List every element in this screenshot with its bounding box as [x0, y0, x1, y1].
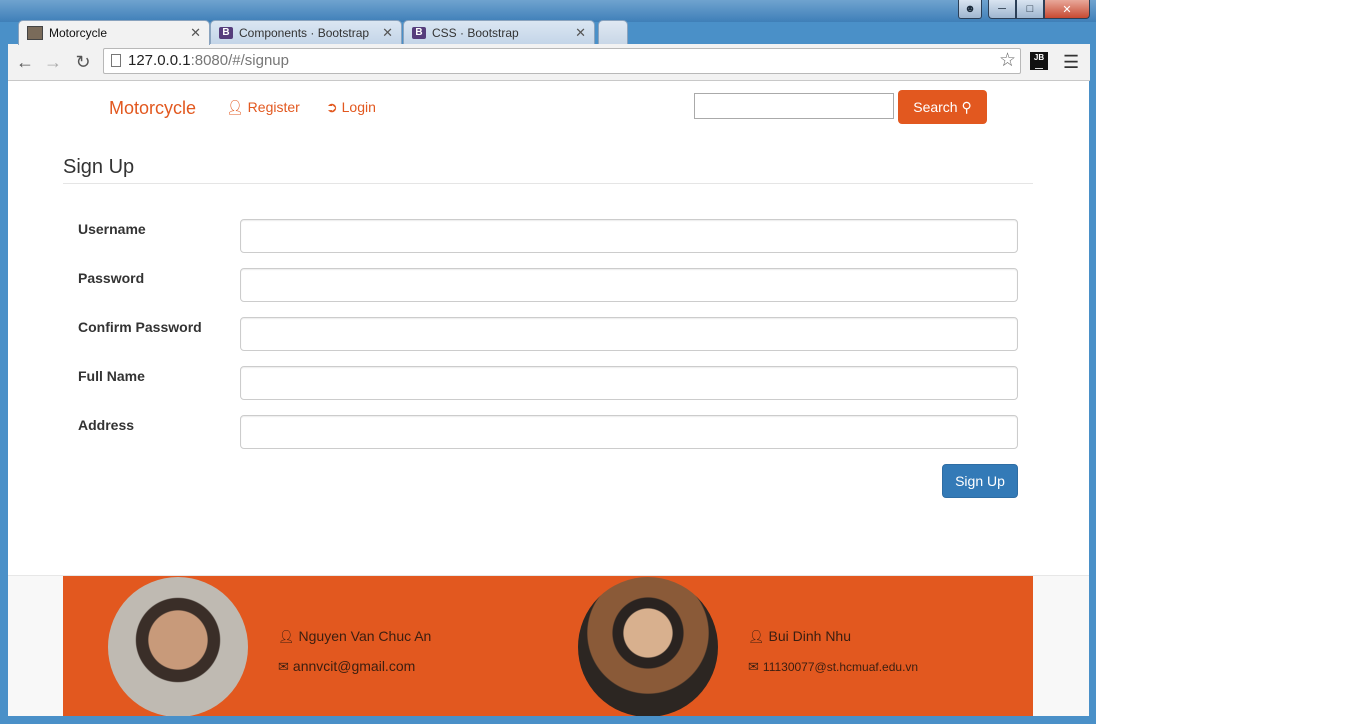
window-close-button[interactable]: ✕	[1044, 0, 1090, 19]
author-email: ✉ 11130077@st.hcmuaf.edu.vn	[748, 659, 919, 674]
envelope-icon: ✉	[278, 659, 289, 674]
user-icon: 👤︎	[748, 629, 765, 644]
user-icon: 👤︎	[226, 99, 244, 115]
bookmark-star-icon[interactable]: ☆	[999, 49, 1016, 73]
address-field[interactable]	[240, 415, 1018, 449]
address-bar[interactable]: 127.0.0.1:8080/#/signup ☆	[103, 48, 1021, 74]
page-icon	[111, 54, 121, 67]
search-icon: ⚲	[961, 99, 972, 115]
footer-wrapper: 👤︎ Nguyen Van Chuc An ✉ annvcit@gmail.com …	[8, 575, 1089, 716]
browser-toolbar: ← → ↻ 127.0.0.1:8080/#/signup ☆ JB — ☰	[8, 44, 1090, 81]
tab-label: CSS · Bootstrap	[432, 25, 519, 40]
maximize-button[interactable]: □	[1016, 0, 1044, 19]
search-button[interactable]: Search ⚲	[898, 90, 987, 124]
password-label: Password	[78, 270, 145, 286]
full-name-field[interactable]	[240, 366, 1018, 400]
navbar-brand[interactable]: Motorcycle	[109, 98, 196, 119]
motorcycle-favicon-icon	[27, 26, 43, 40]
envelope-icon: ✉	[748, 659, 759, 674]
log-in-icon: ➲	[326, 99, 338, 115]
window-titlebar: ☻ ─ □ ✕	[0, 0, 1096, 22]
user-icon: 👤︎	[278, 629, 295, 644]
address-label: Address	[78, 417, 135, 433]
page-title: Sign Up	[63, 156, 135, 178]
register-label: Register	[247, 99, 300, 115]
confirm-password-label: Confirm Password	[78, 319, 202, 335]
confirm-password-field[interactable]	[240, 317, 1018, 351]
author-name: 👤︎ Bui Dinh Nhu	[748, 628, 852, 644]
tab-label: Components · Bootstrap	[239, 25, 370, 40]
username-field[interactable]	[240, 219, 1018, 253]
bootstrap-favicon-icon: B	[412, 26, 426, 39]
full-name-label: Full Name	[78, 368, 145, 384]
minimize-button[interactable]: ─	[988, 0, 1016, 19]
tab-close-icon[interactable]: ✕	[190, 25, 201, 41]
author-avatar	[108, 577, 248, 716]
page-viewport: Motorcycle 👤︎ Register ➲ Login Search ⚲ …	[8, 81, 1089, 716]
sign-up-button[interactable]: Sign Up	[942, 464, 1018, 498]
author-avatar	[578, 577, 718, 716]
url-text: 127.0.0.1:8080/#/signup	[128, 52, 289, 69]
title-divider	[63, 183, 1033, 184]
browser-window: ☻ ─ □ ✕ Motorcycle ✕ B Components · Boot…	[0, 0, 1096, 724]
reload-icon[interactable]: ↻	[72, 52, 94, 72]
tab-close-icon[interactable]: ✕	[575, 25, 586, 41]
user-profile-icon[interactable]: ☻	[958, 0, 982, 19]
password-field[interactable]	[240, 268, 1018, 302]
back-arrow-icon[interactable]: ←	[14, 52, 36, 72]
forward-arrow-icon[interactable]: →	[42, 52, 64, 72]
tab-close-icon[interactable]: ✕	[382, 25, 393, 41]
tab-css-bootstrap[interactable]: B CSS · Bootstrap ✕	[403, 20, 595, 44]
jetbrains-extension-icon[interactable]: JB —	[1030, 52, 1048, 73]
author-email: ✉ annvcit@gmail.com	[278, 658, 416, 674]
username-label: Username	[78, 221, 146, 237]
window-controls: ☻ ─ □ ✕	[958, 0, 1090, 19]
new-tab-button[interactable]	[598, 20, 628, 44]
search-input[interactable]	[694, 93, 894, 119]
register-link[interactable]: 👤︎ Register	[226, 99, 300, 116]
login-link[interactable]: ➲ Login	[326, 99, 376, 116]
search-button-label: Search	[913, 99, 958, 115]
tab-components-bootstrap[interactable]: B Components · Bootstrap ✕	[210, 20, 402, 44]
login-label: Login	[341, 99, 376, 115]
tab-motorcycle[interactable]: Motorcycle ✕	[18, 20, 210, 45]
footer: 👤︎ Nguyen Van Chuc An ✉ annvcit@gmail.com …	[63, 576, 1033, 716]
tab-strip: Motorcycle ✕ B Components · Bootstrap ✕ …	[8, 20, 1090, 45]
author-name: 👤︎ Nguyen Van Chuc An	[278, 628, 432, 644]
tab-label: Motorcycle	[49, 26, 108, 40]
bootstrap-favicon-icon: B	[219, 26, 233, 39]
menu-hamburger-icon[interactable]: ☰	[1063, 52, 1079, 73]
